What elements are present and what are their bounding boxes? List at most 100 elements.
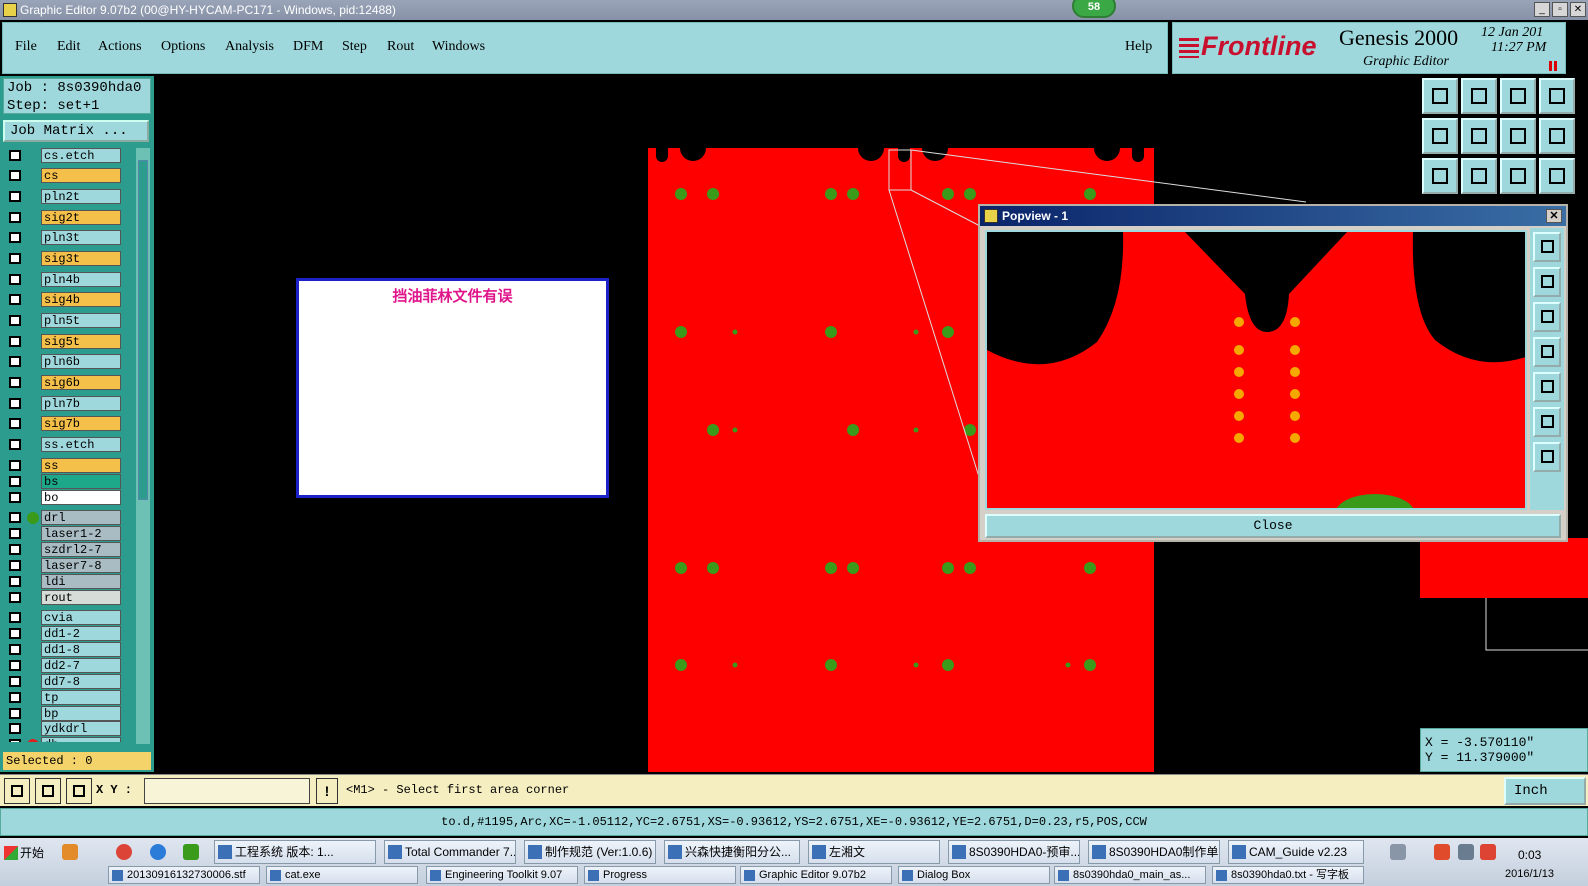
- job-matrix-button[interactable]: Job Matrix ...: [3, 120, 149, 142]
- layer-checkbox[interactable]: [9, 336, 21, 347]
- layer-checkbox[interactable]: [9, 628, 21, 639]
- center-icon[interactable]: [1461, 158, 1497, 194]
- layer-row[interactable]: szdrl2-7: [3, 542, 135, 557]
- popview-close-button[interactable]: Close: [985, 514, 1561, 538]
- home-icon[interactable]: [1500, 78, 1536, 114]
- taskbar-task-row2[interactable]: 8s0390hda0.txt - 写字板: [1212, 866, 1364, 884]
- layer-row[interactable]: sig2t: [3, 210, 135, 225]
- layer-checkbox[interactable]: [9, 492, 21, 503]
- taskbar-task-row2[interactable]: Graphic Editor 9.07b2: [740, 866, 892, 884]
- layer-checkbox[interactable]: [9, 723, 21, 734]
- layer-row[interactable]: cvia: [3, 610, 135, 625]
- unit-button[interactable]: Inch: [1504, 777, 1586, 805]
- layer-name[interactable]: bo: [41, 490, 121, 505]
- layer-row[interactable]: pln7b: [3, 396, 135, 411]
- taskbar-task[interactable]: CAM_Guide v2.23: [1228, 840, 1364, 864]
- popview-titlebar[interactable]: Popview - 1 ✕: [980, 206, 1566, 226]
- layer-name[interactable]: dd1-2: [41, 626, 121, 641]
- taskbar-task[interactable]: 工程系统 版本: 1...: [214, 840, 376, 864]
- tray-app-icon[interactable]: [1434, 844, 1450, 860]
- layer-row[interactable]: sig6b: [3, 375, 135, 390]
- layer-name[interactable]: pln4b: [41, 272, 121, 287]
- menu-windows[interactable]: Windows: [432, 39, 485, 55]
- layer-checkbox[interactable]: [9, 512, 21, 523]
- layer-name[interactable]: laser7-8: [41, 558, 121, 573]
- layer-row[interactable]: pln3t: [3, 230, 135, 245]
- layer-name[interactable]: dd7-8: [41, 674, 121, 689]
- redraw-icon[interactable]: [1539, 118, 1575, 154]
- layer-checkbox[interactable]: [9, 544, 21, 555]
- layer-row[interactable]: ydkdrl: [3, 721, 135, 736]
- layer-checkbox[interactable]: [9, 191, 21, 202]
- layer-checkbox[interactable]: [9, 528, 21, 539]
- layer-row[interactable]: ss.etch: [3, 437, 135, 452]
- menu-dfm[interactable]: DFM: [293, 39, 323, 55]
- layer-name[interactable]: cvia: [41, 610, 121, 625]
- layer-checkbox[interactable]: [9, 418, 21, 429]
- select-tool-icon[interactable]: [4, 778, 30, 804]
- layer-row[interactable]: cs.etch: [3, 148, 135, 163]
- layer-checkbox[interactable]: [9, 739, 21, 742]
- layer-row[interactable]: pln2t: [3, 189, 135, 204]
- layer-row[interactable]: bs: [3, 474, 135, 489]
- layer-row[interactable]: pln4b: [3, 272, 135, 287]
- menu-file[interactable]: File: [15, 39, 37, 55]
- layer-name[interactable]: cs: [41, 168, 121, 183]
- layer-checkbox[interactable]: [9, 439, 21, 450]
- notification-badge[interactable]: 58: [1072, 0, 1116, 18]
- app-launcher-icon[interactable]: [62, 844, 78, 860]
- layer-checkbox[interactable]: [9, 660, 21, 671]
- menu-rout[interactable]: Rout: [387, 39, 414, 55]
- taskbar-task-row2[interactable]: Progress: [584, 866, 736, 884]
- layer-checkbox[interactable]: [9, 294, 21, 305]
- layer-row[interactable]: laser7-8: [3, 558, 135, 573]
- taskbar-task[interactable]: 8S0390HDA0制作单...: [1088, 840, 1220, 864]
- xy-input[interactable]: [144, 778, 310, 804]
- layer-name[interactable]: dd2-7: [41, 658, 121, 673]
- taskbar-task[interactable]: Total Commander 7....: [384, 840, 516, 864]
- layer-row[interactable]: tp: [3, 690, 135, 705]
- layer-name[interactable]: bs: [41, 474, 121, 489]
- pan-right-icon[interactable]: [1461, 118, 1497, 154]
- layer-name[interactable]: pln3t: [41, 230, 121, 245]
- keyboard-icon[interactable]: [1390, 844, 1406, 860]
- layer-checkbox[interactable]: [9, 150, 21, 161]
- zoom-out-icon[interactable]: [1461, 78, 1497, 114]
- clock[interactable]: 0:03: [1518, 848, 1541, 862]
- restore-icon[interactable]: ▫: [1552, 2, 1568, 17]
- layer-checkbox[interactable]: [9, 170, 21, 181]
- layer-checkbox[interactable]: [9, 274, 21, 285]
- layer-checkbox[interactable]: [9, 576, 21, 587]
- fit-icon[interactable]: [1422, 158, 1458, 194]
- taskbar-task-row2[interactable]: 20130916132730006.stf: [108, 866, 260, 884]
- layer-checkbox[interactable]: [9, 232, 21, 243]
- layer-name[interactable]: laser1-2: [41, 526, 121, 541]
- date[interactable]: 2016/1/13: [1505, 868, 1554, 880]
- pause-icon[interactable]: [1549, 61, 1557, 71]
- taskbar-task[interactable]: 兴森快捷衡阳分公...: [664, 840, 800, 864]
- close-icon[interactable]: ✕: [1570, 2, 1586, 17]
- menu-edit[interactable]: Edit: [57, 39, 80, 55]
- layer-row[interactable]: sig7b: [3, 416, 135, 431]
- start-button[interactable]: 开始: [2, 842, 52, 864]
- layer-name[interactable]: pln6b: [41, 354, 121, 369]
- layer-name[interactable]: pln5t: [41, 313, 121, 328]
- layer-row[interactable]: dd7-8: [3, 674, 135, 689]
- taskbar-task-row2[interactable]: Engineering Toolkit 9.07: [426, 866, 578, 884]
- taskbar-task[interactable]: 左湘文: [808, 840, 940, 864]
- layer-row[interactable]: dd2-7: [3, 658, 135, 673]
- layer-name[interactable]: ss: [41, 458, 121, 473]
- zoom-in-icon[interactable]: [1422, 78, 1458, 114]
- layer-name[interactable]: sig7b: [41, 416, 121, 431]
- volume-icon[interactable]: [1480, 844, 1496, 860]
- taskbar-task-row2[interactable]: 8s0390hda0_main_as...: [1054, 866, 1206, 884]
- layer-row[interactable]: sig5t: [3, 334, 135, 349]
- layer-row[interactable]: pln6b: [3, 354, 135, 369]
- layer-checkbox[interactable]: [9, 708, 21, 719]
- minimize-icon[interactable]: _: [1534, 2, 1550, 17]
- ie-icon[interactable]: [150, 844, 166, 860]
- pv-center-icon[interactable]: [1533, 442, 1561, 472]
- layer-name[interactable]: drl: [41, 510, 121, 525]
- pv-up-icon[interactable]: [1533, 267, 1561, 297]
- layer-row[interactable]: dd1-8: [3, 642, 135, 657]
